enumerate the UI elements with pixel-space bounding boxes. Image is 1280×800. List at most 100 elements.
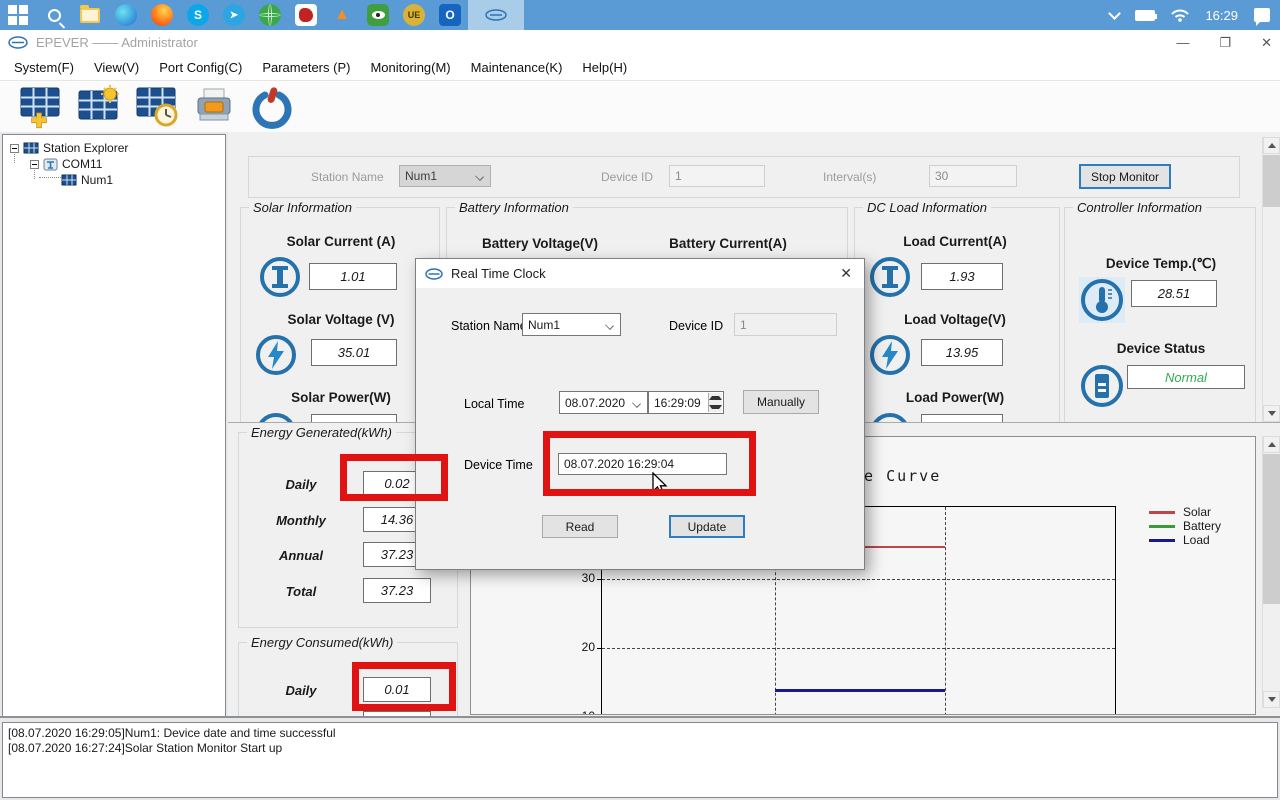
update-button[interactable]: Update bbox=[669, 515, 745, 538]
dialog-station-name-select[interactable]: Num1 bbox=[522, 313, 621, 336]
close-icon[interactable]: ✕ bbox=[1261, 35, 1272, 51]
log-line: [08.07.2020 16:27:24]Solar Station Monit… bbox=[8, 741, 1272, 756]
telegram-icon[interactable]: ➤ bbox=[216, 0, 252, 30]
dialog-station-name-value: Num1 bbox=[528, 318, 560, 332]
energy-gen-total-value: 37.23 bbox=[363, 578, 431, 603]
station-monitor-button[interactable] bbox=[74, 84, 124, 130]
voltage-bolt-icon bbox=[869, 334, 911, 376]
top-scrollbar[interactable] bbox=[1262, 137, 1279, 422]
restore-icon[interactable]: ❐ bbox=[1219, 35, 1231, 51]
real-time-clock-button[interactable] bbox=[132, 84, 182, 130]
tree-label-device: Num1 bbox=[81, 173, 113, 187]
skype-s-icon: S bbox=[187, 4, 209, 26]
dialog-device-id-input: 1 bbox=[734, 313, 837, 336]
station-name-label: Station Name bbox=[311, 170, 384, 184]
collapse-icon[interactable] bbox=[30, 160, 39, 169]
window-title: EPEVER —— Administrator bbox=[36, 35, 198, 50]
ultraiso-ue-icon: UE bbox=[403, 4, 425, 26]
gridline bbox=[602, 648, 1115, 649]
vlc-icon[interactable]: ▲ bbox=[324, 0, 360, 30]
solar-voltage-label: Solar Voltage (V) bbox=[251, 312, 431, 327]
dialog-station-name-label: Station Name bbox=[451, 319, 527, 333]
battery-group-title: Battery Information bbox=[455, 200, 573, 215]
search-icon[interactable] bbox=[36, 0, 72, 30]
printer-icon bbox=[192, 85, 238, 129]
firefox-icon[interactable] bbox=[144, 0, 180, 30]
green-eye-app-icon[interactable] bbox=[360, 0, 396, 30]
windows-start-icon[interactable] bbox=[0, 0, 36, 30]
menu-view[interactable]: View(V) bbox=[94, 60, 139, 75]
menu-system[interactable]: System(F) bbox=[14, 60, 74, 75]
station-explorer-tree: Station Explorer COM11 Num1 bbox=[2, 134, 226, 718]
add-station-button[interactable] bbox=[16, 84, 66, 130]
battery-icon[interactable] bbox=[1135, 10, 1155, 21]
file-explorer-icon[interactable] bbox=[72, 0, 108, 30]
scroll-thumb[interactable] bbox=[1263, 155, 1280, 207]
stop-monitor-button[interactable]: Stop Monitor bbox=[1079, 164, 1171, 189]
scroll-up-icon[interactable] bbox=[1263, 436, 1280, 453]
wifi-icon[interactable] bbox=[1171, 8, 1189, 22]
energy-gen-annual-label: Annual bbox=[251, 548, 351, 563]
local-time-spinner[interactable]: 16:29:09 bbox=[648, 391, 724, 414]
battery-current-label: Battery Current(A) bbox=[643, 236, 813, 251]
scroll-up-icon[interactable] bbox=[1263, 137, 1280, 154]
tree-item-com11[interactable]: COM11 bbox=[30, 157, 102, 171]
ytick-10: 10 bbox=[567, 709, 595, 715]
tree-item-num1[interactable]: Num1 bbox=[61, 173, 113, 187]
splat-icon bbox=[295, 4, 317, 26]
solar-group-title: Solar Information bbox=[249, 200, 356, 215]
red-splat-app-icon[interactable] bbox=[288, 0, 324, 30]
solar-power-value bbox=[311, 414, 397, 422]
skype-icon[interactable]: S bbox=[180, 0, 216, 30]
dialog-device-time-label: Device Time bbox=[464, 458, 533, 472]
device-temp-label: Device Temp.(℃) bbox=[1071, 256, 1251, 272]
taskbar-active-app-epever[interactable] bbox=[468, 0, 524, 30]
voltage-bolt-icon bbox=[255, 334, 297, 376]
read-button[interactable]: Read bbox=[542, 515, 618, 538]
collapse-icon[interactable] bbox=[10, 144, 19, 153]
load-power-value bbox=[921, 414, 1003, 422]
scroll-down-icon[interactable] bbox=[1263, 405, 1280, 422]
power-gauge-icon bbox=[255, 412, 297, 422]
edge-browser-icon[interactable] bbox=[108, 0, 144, 30]
station-name-select[interactable]: Num1 bbox=[399, 165, 491, 187]
menu-parameters[interactable]: Parameters (P) bbox=[262, 60, 350, 75]
scroll-down-icon[interactable] bbox=[1263, 691, 1280, 708]
tree-label-root: Station Explorer bbox=[43, 141, 128, 155]
windows-logo-icon bbox=[8, 5, 28, 25]
telegram-plane-icon: ➤ bbox=[223, 4, 245, 26]
bottom-scrollbar[interactable] bbox=[1262, 436, 1279, 708]
manually-button[interactable]: Manually bbox=[743, 390, 819, 414]
outlook-icon[interactable]: O bbox=[432, 0, 468, 30]
controller-information-group: Controller Information Device Temp.(℃) 2… bbox=[1064, 207, 1256, 422]
energy-generated-title: Energy Generated(kWh) bbox=[247, 428, 396, 440]
spin-down-icon[interactable] bbox=[709, 403, 722, 413]
exit-button[interactable] bbox=[248, 84, 298, 130]
menu-help[interactable]: Help(H) bbox=[582, 60, 627, 75]
local-date-picker[interactable]: 08.07.2020 bbox=[559, 391, 648, 414]
tree-item-station-explorer[interactable]: Station Explorer bbox=[10, 141, 128, 155]
menu-port-config[interactable]: Port Config(C) bbox=[159, 60, 242, 75]
notification-center-icon[interactable] bbox=[1254, 8, 1270, 22]
load-current-label: Load Current(A) bbox=[865, 234, 1045, 249]
ytick-20: 20 bbox=[567, 640, 595, 654]
menu-monitoring[interactable]: Monitoring(M) bbox=[370, 60, 450, 75]
taskbar: S ➤ ▲ UE bbox=[0, 0, 1280, 30]
globe-app-icon[interactable] bbox=[252, 0, 288, 30]
ultraiso-icon[interactable]: UE bbox=[396, 0, 432, 30]
print-button[interactable] bbox=[190, 84, 240, 130]
controller-device-icon bbox=[1079, 363, 1125, 409]
device-icon bbox=[61, 174, 77, 186]
scroll-thumb[interactable] bbox=[1263, 454, 1280, 604]
menu-maintenance[interactable]: Maintenance(K) bbox=[471, 60, 563, 75]
interval-input: 30 bbox=[929, 165, 1017, 187]
minimize-icon[interactable]: — bbox=[1176, 35, 1189, 50]
tray-clock[interactable]: 16:29 bbox=[1205, 8, 1238, 23]
chevron-down-icon bbox=[632, 399, 641, 408]
dialog-close-icon[interactable]: ✕ bbox=[840, 265, 852, 282]
tray-chevron-icon[interactable] bbox=[1109, 7, 1122, 20]
tick bbox=[597, 648, 602, 649]
spin-up-icon[interactable] bbox=[709, 393, 722, 403]
solar-current-label: Solar Current (A) bbox=[251, 234, 431, 249]
dialog-title: Real Time Clock bbox=[451, 266, 546, 281]
